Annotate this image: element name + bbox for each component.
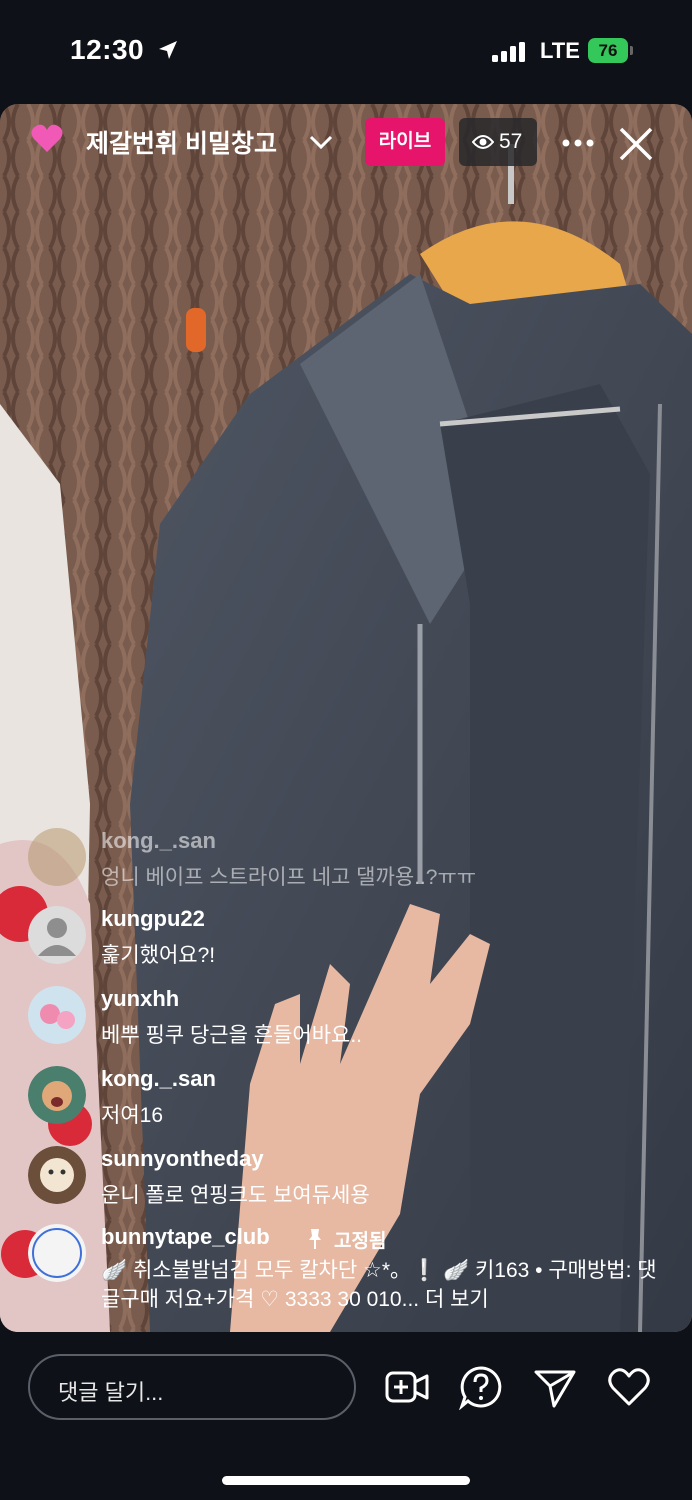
- battery-level: 76: [588, 38, 628, 63]
- comment-message: 베뿌 핑쿠 당근을 흔들어바요..: [101, 1024, 363, 1047]
- more-options-icon[interactable]: [558, 128, 598, 158]
- comment-item[interactable]: kong._.san 저여16: [28, 1066, 668, 1142]
- status-time: 12:30: [70, 34, 145, 65]
- comment-message: 훑기했어요?!: [101, 944, 216, 967]
- battery-icon: 76: [588, 38, 634, 63]
- pinned-label: 고정됨: [334, 1231, 387, 1252]
- like-heart-icon[interactable]: [606, 1364, 652, 1410]
- avatar[interactable]: [28, 906, 86, 964]
- network-type: LTE: [540, 38, 580, 63]
- pinned-comment-text[interactable]: 🪽 취소불발넘김 모두 칼차단 ☆*。❕ 🪽 키163 • 구매방법: 댓글구매…: [101, 1256, 671, 1314]
- add-video-guest-icon[interactable]: [384, 1364, 430, 1410]
- comment-input[interactable]: 댓글 달기...: [28, 1354, 356, 1420]
- heart-emoji-icon: [31, 124, 63, 152]
- viewer-count: 57: [499, 130, 523, 153]
- comment-username[interactable]: bunnytape_club: [101, 1224, 270, 1250]
- comment-username[interactable]: yunxhh: [101, 986, 179, 1012]
- comment-username[interactable]: kungpu22: [101, 906, 205, 932]
- share-send-icon[interactable]: [532, 1364, 578, 1410]
- pin-icon: [309, 1229, 321, 1249]
- comment-username[interactable]: sunnyontheday: [101, 1146, 264, 1172]
- cellular-signal-icon: [492, 42, 525, 62]
- eye-icon: [472, 135, 494, 149]
- comment-item[interactable]: kong._.san 엉니 베이프 스트라이프 네고 댈까용..?ㅠㅠ: [28, 828, 668, 904]
- viewer-count-badge[interactable]: 57: [459, 118, 537, 166]
- avatar[interactable]: [28, 1066, 86, 1124]
- comment-username[interactable]: kong._.san: [101, 828, 216, 854]
- comment-input-placeholder: 댓글 달기...: [58, 1380, 164, 1405]
- question-icon[interactable]: [458, 1364, 504, 1410]
- location-arrow-icon: [159, 41, 177, 59]
- comment-item[interactable]: sunnyontheday 운니 폴로 연핑크도 보여듀세용: [28, 1146, 668, 1222]
- avatar[interactable]: [28, 1224, 86, 1282]
- avatar[interactable]: [28, 828, 86, 886]
- comment-message: 엉니 베이프 스트라이프 네고 댈까용..?ㅠㅠ: [101, 866, 477, 889]
- comment-username[interactable]: kong._.san: [101, 1066, 216, 1092]
- comment-item[interactable]: yunxhh 베뿌 핑쿠 당근을 흔들어바요..: [28, 986, 668, 1062]
- comment-item[interactable]: kungpu22 훑기했어요?!: [28, 906, 668, 982]
- comment-message: 저여16: [101, 1104, 163, 1127]
- home-indicator[interactable]: [222, 1476, 470, 1485]
- close-icon[interactable]: [616, 124, 656, 164]
- live-badge: 라이브: [365, 118, 445, 166]
- avatar[interactable]: [28, 1146, 86, 1204]
- comment-message: 운니 폴로 연핑크도 보여듀세용: [101, 1184, 370, 1207]
- status-bar: 12:30 LTE 76: [0, 0, 692, 104]
- channel-title[interactable]: 제갈번휘 비밀창고: [86, 124, 296, 160]
- chevron-down-icon[interactable]: [308, 132, 334, 152]
- avatar[interactable]: [28, 986, 86, 1044]
